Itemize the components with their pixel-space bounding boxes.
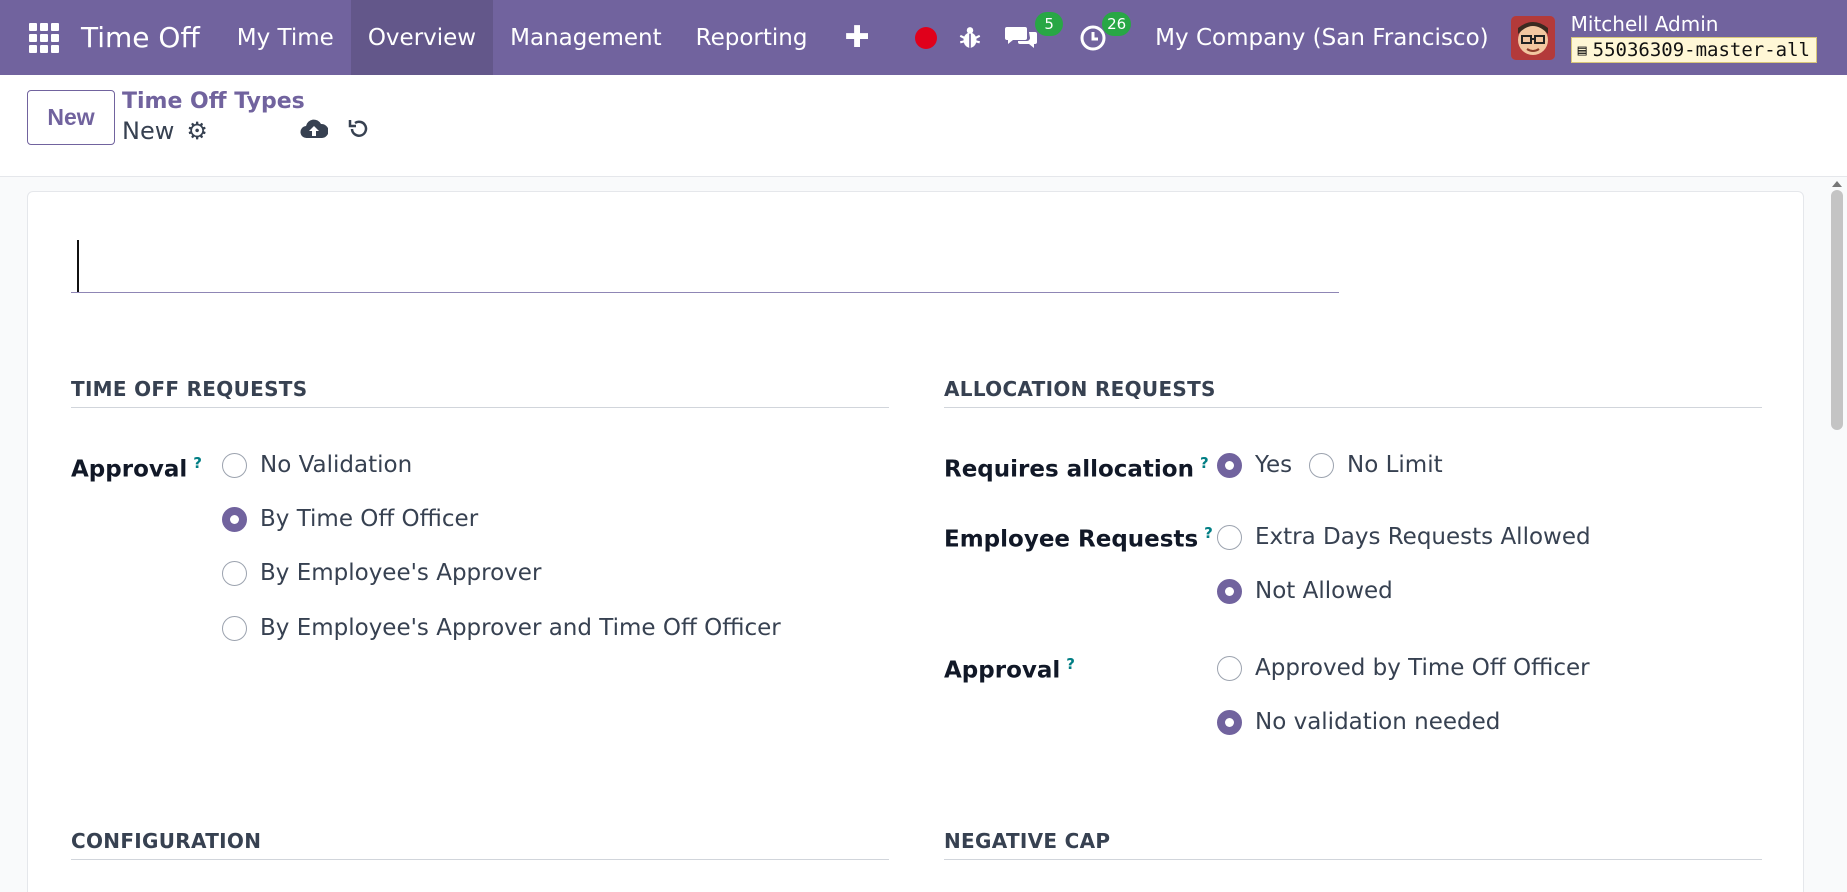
- radio-requires-allocation-no-limit[interactable]: No Limit: [1309, 452, 1443, 478]
- time-off-requests-section: TIME OFF REQUESTS: [71, 377, 889, 408]
- negative-cap-title: NEGATIVE CAP: [944, 829, 1762, 860]
- radio-button[interactable]: [222, 615, 247, 641]
- gear-icon[interactable]: ⚙: [186, 117, 208, 145]
- user-avatar[interactable]: [1510, 15, 1555, 60]
- menu-reporting[interactable]: Reporting: [679, 0, 825, 75]
- vertical-scrollbar[interactable]: [1831, 190, 1843, 430]
- activities-badge: 26: [1102, 11, 1132, 36]
- radio-approved-by-officer[interactable]: Approved by Time Off Officer: [1217, 655, 1590, 681]
- breadcrumb-time-off-types[interactable]: Time Off Types: [122, 89, 305, 114]
- time-off-requests-title: TIME OFF REQUESTS: [71, 377, 889, 408]
- menu-overview[interactable]: Overview: [350, 0, 494, 75]
- chat-bubbles-icon: [1005, 26, 1038, 48]
- allocation-approval-label-text: Approval: [944, 657, 1061, 684]
- plus-icon[interactable]: ✚: [824, 20, 889, 55]
- database-name: 55036309-master-all: [1592, 38, 1810, 61]
- radio-label: By Employee's Approver and Time Off Offi…: [260, 615, 781, 641]
- form-sheet: TIME OFF REQUESTS Approval? No Validatio…: [27, 191, 1804, 892]
- help-icon[interactable]: ?: [193, 454, 202, 472]
- user-menu[interactable]: Mitchell Admin ▤ 55036309-master-all: [1570, 11, 1817, 63]
- discard-icon[interactable]: [347, 117, 371, 148]
- radio-extra-days-allowed[interactable]: Extra Days Requests Allowed: [1217, 524, 1591, 550]
- allocation-requests-section: ALLOCATION REQUESTS: [944, 377, 1762, 408]
- control-panel: New Time Off Types New ⚙: [0, 75, 1847, 177]
- radio-by-employees-approver[interactable]: By Employee's Approver: [222, 560, 541, 586]
- radio-button[interactable]: [1217, 452, 1242, 478]
- radio-button[interactable]: [1309, 452, 1334, 478]
- menu-my-time[interactable]: My Time: [220, 0, 351, 75]
- scroll-up-arrow[interactable]: [1832, 181, 1842, 187]
- apps-grid-icon[interactable]: [28, 22, 60, 54]
- messages-badge: 5: [1035, 11, 1064, 36]
- time-off-approval-label-text: Approval: [71, 456, 188, 483]
- radio-requires-allocation-yes[interactable]: Yes: [1217, 452, 1292, 478]
- user-name: Mitchell Admin: [1570, 11, 1719, 36]
- time-off-type-name-input[interactable]: [71, 234, 1339, 293]
- allocation-approval-label: Approval?: [944, 655, 1075, 684]
- radio-button[interactable]: [1217, 578, 1242, 604]
- radio-label: No Limit: [1347, 452, 1443, 478]
- configuration-title: CONFIGURATION: [71, 829, 889, 860]
- company-switcher[interactable]: My Company (San Francisco): [1155, 25, 1488, 51]
- configuration-section: CONFIGURATION: [71, 829, 889, 860]
- requires-allocation-label-text: Requires allocation: [944, 456, 1194, 483]
- requires-allocation-label: Requires allocation?: [944, 454, 1209, 483]
- time-off-approval-label: Approval?: [71, 454, 202, 483]
- bug-icon[interactable]: [957, 25, 983, 51]
- database-badge: ▤ 55036309-master-all: [1570, 36, 1817, 63]
- radio-button[interactable]: [1217, 655, 1242, 681]
- radio-button[interactable]: [222, 506, 247, 532]
- new-button[interactable]: New: [27, 90, 115, 145]
- radio-label: Yes: [1255, 452, 1293, 478]
- radio-label: Extra Days Requests Allowed: [1255, 524, 1591, 550]
- recording-dot-icon[interactable]: [915, 26, 938, 49]
- breadcrumb-current: New ⚙: [122, 117, 208, 145]
- help-icon[interactable]: ?: [1204, 524, 1213, 542]
- radio-button[interactable]: [222, 560, 247, 586]
- radio-label: By Time Off Officer: [260, 506, 479, 532]
- radio-no-validation[interactable]: No Validation: [222, 452, 412, 478]
- allocation-requests-title: ALLOCATION REQUESTS: [944, 377, 1762, 408]
- help-icon[interactable]: ?: [1066, 655, 1075, 673]
- breadcrumb-current-label: New: [122, 117, 175, 145]
- database-icon: ▤: [1577, 40, 1587, 59]
- radio-label: No validation needed: [1255, 709, 1501, 735]
- negative-cap-section: NEGATIVE CAP: [944, 829, 1762, 860]
- radio-no-validation-needed[interactable]: No validation needed: [1217, 709, 1500, 735]
- radio-button[interactable]: [222, 452, 247, 478]
- radio-button[interactable]: [1217, 709, 1242, 735]
- text-caret: [77, 240, 79, 292]
- top-navbar: Time Off My Time Overview Management Rep…: [0, 0, 1847, 75]
- radio-not-allowed[interactable]: Not Allowed: [1217, 578, 1393, 604]
- employee-requests-label: Employee Requests?: [944, 524, 1213, 553]
- cloud-upload-icon[interactable]: [300, 117, 329, 147]
- radio-label: No Validation: [260, 452, 413, 478]
- employee-requests-label-text: Employee Requests: [944, 526, 1199, 553]
- radio-label: Approved by Time Off Officer: [1255, 655, 1590, 681]
- menu-management[interactable]: Management: [493, 0, 679, 75]
- navbar-systray: 5 26 My Company (San Francisco) Mitchell…: [915, 0, 1847, 75]
- radio-by-time-off-officer[interactable]: By Time Off Officer: [222, 506, 478, 532]
- help-icon[interactable]: ?: [1200, 454, 1209, 472]
- radio-by-approver-and-officer[interactable]: By Employee's Approver and Time Off Offi…: [222, 615, 781, 641]
- radio-label: Not Allowed: [1255, 578, 1393, 604]
- activities-button[interactable]: 26: [1079, 11, 1132, 52]
- radio-button[interactable]: [1217, 524, 1242, 550]
- app-brand[interactable]: Time Off: [81, 21, 200, 54]
- radio-label: By Employee's Approver: [260, 560, 542, 586]
- messages-button[interactable]: 5: [1005, 11, 1064, 52]
